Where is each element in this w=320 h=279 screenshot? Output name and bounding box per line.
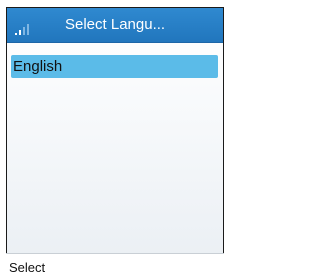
screen-panel: Select Langu... English — [6, 7, 224, 279]
signal-bar — [19, 30, 21, 35]
signal-bar — [27, 24, 29, 35]
phone-screen: Select Langu... English Select — [0, 0, 229, 279]
language-item-english[interactable]: English — [11, 55, 218, 78]
softkey-bar: Select — [6, 253, 224, 279]
page-title: Select Langu... — [65, 16, 166, 33]
signal-bar — [23, 27, 25, 35]
select-softkey[interactable]: Select — [9, 260, 45, 275]
signal-bar — [15, 33, 17, 35]
language-list: English — [7, 55, 223, 78]
title-bar: Select Langu... — [7, 8, 223, 43]
signal-strength-icon — [15, 21, 37, 35]
